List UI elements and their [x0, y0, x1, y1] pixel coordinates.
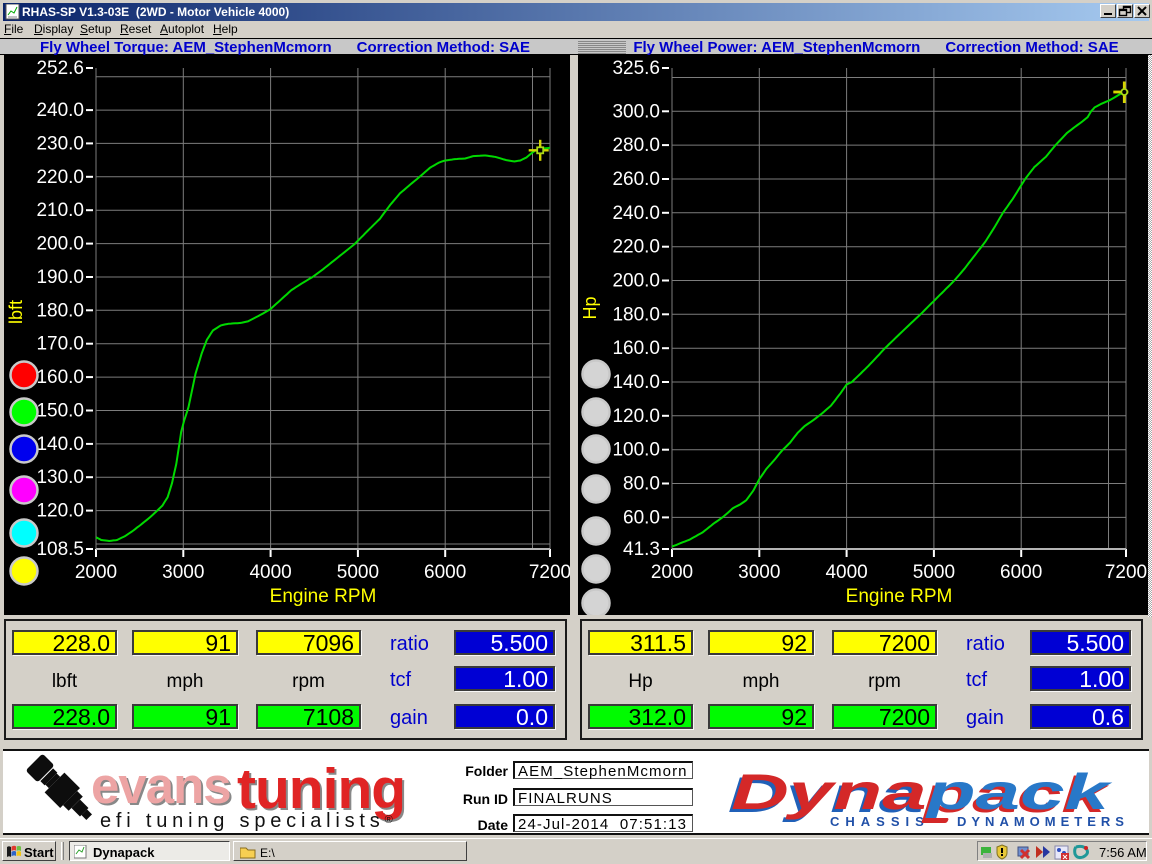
svg-text:2000: 2000	[75, 562, 117, 583]
svg-text:300.0: 300.0	[612, 101, 660, 122]
svg-text:140.0: 140.0	[612, 372, 660, 393]
svg-text:3000: 3000	[162, 562, 204, 583]
svg-text:252.6: 252.6	[36, 58, 84, 79]
svg-text:100.0: 100.0	[612, 440, 660, 461]
svg-text:160.0: 160.0	[612, 338, 660, 359]
svg-text:200.0: 200.0	[612, 271, 660, 292]
svg-text:5000: 5000	[913, 562, 955, 583]
svg-text:170.0: 170.0	[36, 334, 84, 355]
svg-text:220.0: 220.0	[36, 167, 84, 188]
svg-text:7200: 7200	[1105, 562, 1147, 583]
svg-text:4000: 4000	[249, 562, 291, 583]
svg-text:230.0: 230.0	[36, 133, 84, 154]
svg-text:260.0: 260.0	[612, 169, 660, 190]
svg-text:108.5: 108.5	[36, 539, 84, 560]
svg-text:130.0: 130.0	[36, 467, 84, 488]
svg-text:lbft: lbft	[6, 300, 26, 324]
svg-text:240.0: 240.0	[36, 100, 84, 121]
svg-text:6000: 6000	[424, 562, 466, 583]
svg-text:41.3: 41.3	[623, 539, 660, 560]
svg-text:200.0: 200.0	[36, 234, 84, 255]
svg-text:2000: 2000	[651, 562, 693, 583]
svg-text:4000: 4000	[825, 562, 867, 583]
svg-text:6000: 6000	[1000, 562, 1042, 583]
svg-text:3000: 3000	[738, 562, 780, 583]
svg-text:80.0: 80.0	[623, 474, 660, 495]
svg-text:325.6: 325.6	[612, 58, 660, 79]
svg-text:Hp: Hp	[580, 296, 600, 319]
svg-text:280.0: 280.0	[612, 135, 660, 156]
svg-text:210.0: 210.0	[36, 200, 84, 221]
svg-text:190.0: 190.0	[36, 267, 84, 288]
svg-text:180.0: 180.0	[36, 300, 84, 321]
svg-text:Engine RPM: Engine RPM	[270, 586, 377, 607]
svg-text:150.0: 150.0	[36, 401, 84, 422]
svg-text:240.0: 240.0	[612, 203, 660, 224]
svg-text:180.0: 180.0	[612, 304, 660, 325]
svg-text:160.0: 160.0	[36, 367, 84, 388]
svg-text:7200: 7200	[529, 562, 570, 583]
svg-text:60.0: 60.0	[623, 507, 660, 528]
svg-text:140.0: 140.0	[36, 434, 84, 455]
svg-text:120.0: 120.0	[612, 406, 660, 427]
svg-text:Engine RPM: Engine RPM	[846, 586, 953, 607]
svg-text:220.0: 220.0	[612, 237, 660, 258]
svg-text:5000: 5000	[337, 562, 379, 583]
svg-text:120.0: 120.0	[36, 501, 84, 522]
